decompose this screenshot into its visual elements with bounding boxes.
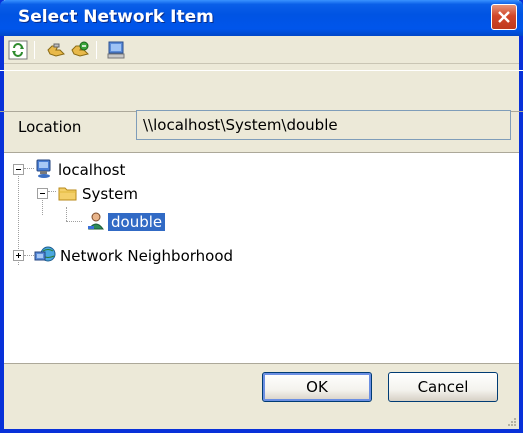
location-field[interactable]: \\localhost\System\double	[136, 110, 511, 140]
collapse-toggle[interactable]	[37, 188, 48, 199]
window-title: Select Network Item	[18, 7, 214, 27]
network-tree[interactable]: localhost System double Network Neighbor…	[4, 152, 519, 364]
close-button[interactable]	[491, 4, 517, 30]
location-label: Location	[18, 118, 82, 136]
cancel-button[interactable]: Cancel	[388, 372, 498, 402]
ok-button[interactable]: OK	[262, 372, 372, 402]
expand-toggle[interactable]	[13, 250, 24, 261]
location-row	[0, 70, 523, 112]
tree-node-network-neighborhood[interactable]: Network Neighborhood	[4, 245, 324, 267]
computer-button[interactable]	[106, 40, 126, 60]
network-icon	[34, 246, 56, 262]
computer-icon	[36, 159, 51, 178]
disconnect-icon	[71, 41, 89, 57]
disconnect-button[interactable]	[70, 40, 90, 60]
tree-node-system[interactable]: System	[4, 183, 204, 205]
tree-node-label: double	[108, 213, 166, 231]
toolbar	[4, 36, 519, 64]
tree-node-label: System	[82, 185, 138, 203]
user-icon	[88, 212, 104, 230]
toolbar-separator	[96, 41, 97, 59]
title-bar[interactable]: Select Network Item	[0, 0, 523, 36]
tree-node-label: Network Neighborhood	[60, 247, 234, 265]
folder-icon	[58, 187, 77, 201]
tree-node-double[interactable]: double	[4, 211, 244, 233]
collapse-toggle[interactable]	[13, 164, 24, 175]
resize-grip-icon[interactable]	[505, 415, 517, 427]
computer-icon	[107, 41, 125, 59]
refresh-icon	[8, 40, 28, 60]
close-icon	[498, 11, 510, 23]
connect-button[interactable]	[46, 40, 66, 60]
toolbar-separator	[34, 41, 35, 59]
tree-node-label: localhost	[58, 161, 126, 179]
tree-node-localhost[interactable]: localhost	[4, 159, 204, 181]
refresh-button[interactable]	[8, 40, 28, 60]
connect-icon	[47, 43, 65, 57]
